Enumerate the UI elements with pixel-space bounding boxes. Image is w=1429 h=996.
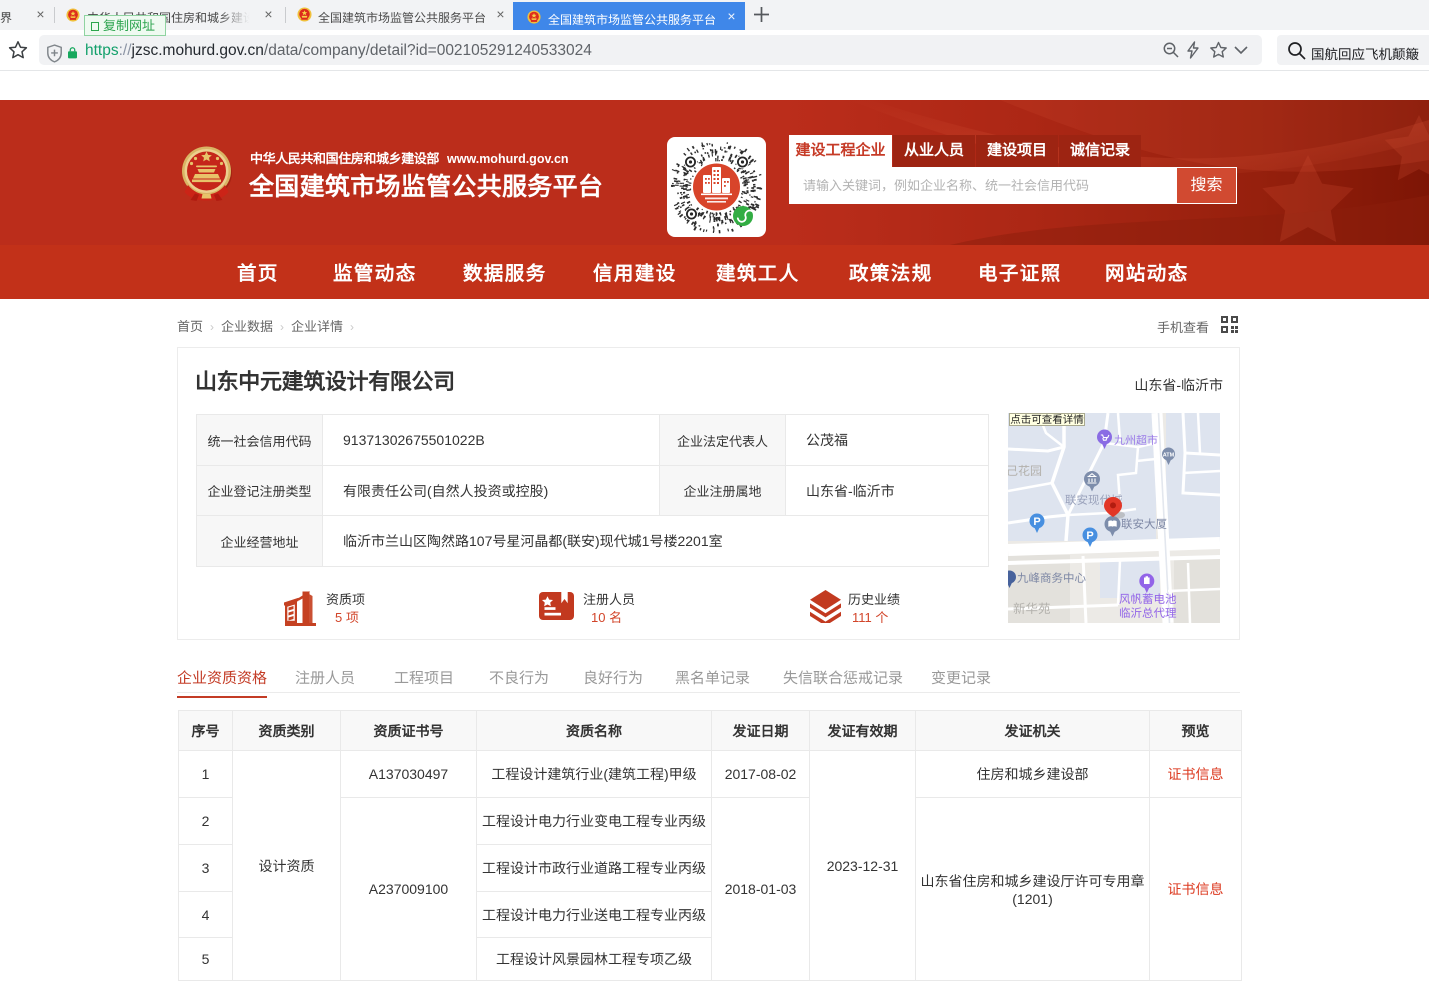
svg-text:新华苑: 新华苑 — [1013, 602, 1051, 616]
svg-text:九州超市: 九州超市 — [1114, 434, 1158, 447]
svg-text:联安大厦: 联安大厦 — [1121, 518, 1167, 531]
svg-text:P: P — [1033, 516, 1040, 528]
svg-text:P: P — [1086, 530, 1093, 542]
svg-text:风帆蓄电池: 风帆蓄电池 — [1119, 593, 1177, 606]
svg-text:ATM: ATM — [1163, 453, 1175, 459]
svg-text:己花园: 己花园 — [1008, 464, 1042, 478]
svg-text:九峰商务中心: 九峰商务中心 — [1017, 572, 1086, 585]
svg-text:临沂总代理: 临沂总代理 — [1119, 607, 1177, 620]
